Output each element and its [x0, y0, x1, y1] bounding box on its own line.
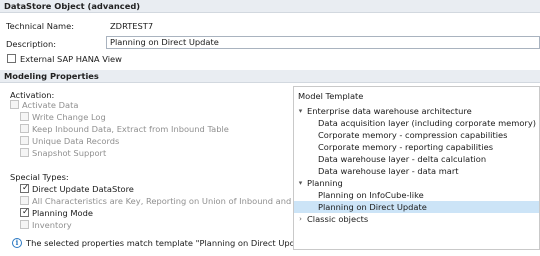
inventory-label: Inventory [32, 220, 72, 230]
tree-item-label: Planning on InfoCube-like [318, 190, 424, 200]
tree-group-planning[interactable]: ▾ Planning [294, 177, 539, 189]
activate-data-label: Activate Data [22, 100, 79, 110]
tree-group-label: Planning [307, 178, 343, 188]
tree-item-dwh-delta-calculation[interactable]: Data warehouse layer - delta calculation [294, 153, 539, 165]
tree-group-classic-objects[interactable]: › Classic objects [294, 213, 539, 225]
tree-item-label: Corporate memory - compression capabilit… [318, 130, 508, 140]
chevron-down-icon[interactable]: ▾ [297, 177, 304, 189]
unique-data-records-checkbox[interactable] [20, 136, 29, 145]
tree-group-label: Classic objects [307, 214, 369, 224]
technical-name-value: ZDRTEST7 [110, 21, 154, 31]
tree-item-corporate-memory-reporting[interactable]: Corporate memory - reporting capabilitie… [294, 141, 539, 153]
tree-item-corporate-memory-compression[interactable]: Corporate memory - compression capabilit… [294, 129, 539, 141]
tree-item-planning-direct-update[interactable]: Planning on Direct Update [294, 201, 539, 213]
tree-item-dwh-data-mart[interactable]: Data warehouse layer - data mart [294, 165, 539, 177]
description-input[interactable]: Planning on Direct Update [106, 36, 540, 49]
keep-inbound-data-label: Keep Inbound Data, Extract from Inbound … [32, 124, 229, 134]
inventory-checkbox[interactable] [20, 220, 29, 229]
external-hana-view-checkbox[interactable] [7, 54, 16, 63]
write-change-log-label: Write Change Log [32, 112, 106, 122]
planning-mode-checkbox[interactable]: ✓ [20, 207, 30, 217]
tree-item-label: Data acquisition layer (including corpor… [318, 118, 536, 128]
planning-mode-label: Planning Mode [32, 208, 93, 218]
tree-item-label: Data warehouse layer - delta calculation [318, 154, 487, 164]
special-types-label: Special Types: [10, 172, 69, 182]
tree-item-label: Data warehouse layer - data mart [318, 166, 459, 176]
activation-label: Activation: [10, 90, 55, 100]
tree-item-planning-infocube-like[interactable]: Planning on InfoCube-like [294, 189, 539, 201]
description-label: Description: [6, 39, 57, 49]
all-characteristics-key-checkbox[interactable] [20, 196, 29, 205]
model-template-panel: Model Template ▾ Enterprise data warehou… [293, 86, 540, 250]
tree-group-label: Enterprise data warehouse architecture [307, 106, 472, 116]
tree-item-data-acquisition-layer[interactable]: Data acquisition layer (including corpor… [294, 117, 539, 129]
info-icon: i [12, 238, 22, 248]
write-change-log-checkbox[interactable] [20, 112, 29, 121]
checkmark-icon: ✓ [21, 183, 30, 193]
snapshot-support-label: Snapshot Support [32, 148, 107, 158]
external-hana-view-label: External SAP HANA View [20, 54, 122, 64]
modeling-section-header: Modeling Properties [0, 70, 540, 83]
direct-update-datastore-checkbox[interactable]: ✓ [20, 183, 30, 193]
chevron-down-icon[interactable]: ▾ [297, 105, 304, 117]
direct-update-datastore-label: Direct Update DataStore [32, 184, 134, 194]
tree-item-label: Corporate memory - reporting capabilitie… [318, 142, 494, 152]
technical-name-label: Technical Name: [6, 21, 75, 31]
keep-inbound-data-checkbox[interactable] [20, 124, 29, 133]
general-section-header: DataStore Object (advanced) [0, 0, 540, 13]
checkmark-icon: ✓ [21, 207, 30, 217]
snapshot-support-checkbox[interactable] [20, 148, 29, 157]
model-template-title: Model Template [298, 91, 364, 101]
unique-data-records-label: Unique Data Records [32, 136, 120, 146]
tree-item-label: Planning on Direct Update [318, 202, 427, 212]
chevron-right-icon[interactable]: › [297, 213, 304, 225]
tree-group-enterprise-dwh[interactable]: ▾ Enterprise data warehouse architecture [294, 105, 539, 117]
activate-data-checkbox[interactable] [10, 100, 19, 109]
template-match-message: The selected properties match template "… [26, 238, 315, 248]
